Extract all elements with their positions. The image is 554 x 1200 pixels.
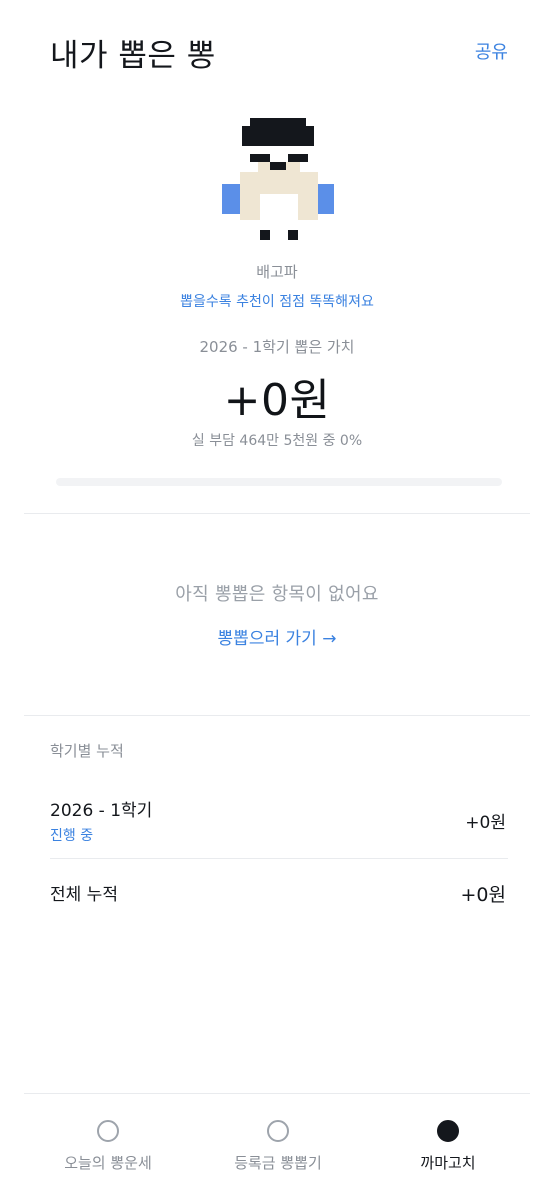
nav-label: 등록금 뽕뽑기	[234, 1154, 322, 1172]
circle-outline-icon	[267, 1120, 289, 1142]
semester-status: 진행 중	[50, 828, 94, 844]
progress-bar	[56, 478, 502, 486]
circle-filled-icon	[437, 1120, 459, 1142]
semester-label: 2026 - 1학기	[50, 801, 153, 821]
empty-state-text: 아직 뽕뽑은 항목이 없어요	[175, 584, 379, 605]
nav-label: 까마고치	[420, 1154, 476, 1172]
nav-item-fortune[interactable]: 오늘의 뽕운세	[24, 1094, 192, 1194]
nav-item-tuition[interactable]: 등록금 뽕뽑기	[194, 1094, 362, 1194]
divider	[24, 715, 530, 716]
circle-outline-icon	[97, 1120, 119, 1142]
nav-item-tamagotchi[interactable]: 까마고치	[364, 1094, 532, 1194]
character-name: 배고파	[256, 263, 298, 281]
go-pick-link[interactable]: 뽕뽑으러 가기 →	[0, 624, 554, 649]
divider	[24, 513, 530, 514]
page: 내가 뽑은 뽕 공유 배고파 뽑을수록 추천이 점점 똑똑해져요 2026 - …	[0, 0, 554, 1200]
page-title: 내가 뽑은 뽕	[50, 38, 216, 74]
character-tip: 뽑을수록 추천이 점점 똑똑해져요	[180, 294, 374, 310]
section-title: 학기별 누적	[50, 742, 124, 760]
total-label: 전체 누적	[50, 885, 118, 905]
value-amount: +0원	[223, 375, 331, 426]
share-button[interactable]: 공유	[475, 38, 508, 64]
total-row: 전체 누적 +0원	[50, 880, 506, 910]
row-divider	[50, 858, 508, 859]
semester-row: 2026 - 1학기 진행 중 +0원	[50, 796, 506, 848]
value-caption: 2026 - 1학기 뽑은 가치	[199, 338, 355, 356]
nav-label: 오늘의 뽕운세	[64, 1154, 152, 1172]
semester-value: +0원	[465, 813, 506, 833]
header: 내가 뽑은 뽕 공유	[0, 0, 554, 100]
total-value: +0원	[460, 884, 507, 906]
pixel-character-icon	[222, 118, 334, 242]
value-subtext: 실 부담 464만 5천원 중 0%	[191, 433, 363, 449]
bottom-nav: 오늘의 뽕운세 등록금 뽕뽑기 까마고치	[24, 1093, 530, 1200]
